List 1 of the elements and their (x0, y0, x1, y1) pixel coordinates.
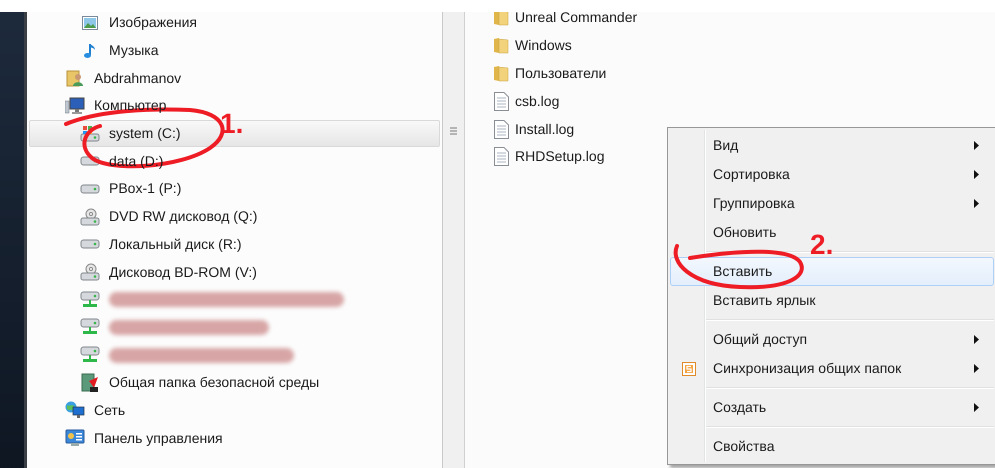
annotation-number: 2. (810, 231, 834, 259)
